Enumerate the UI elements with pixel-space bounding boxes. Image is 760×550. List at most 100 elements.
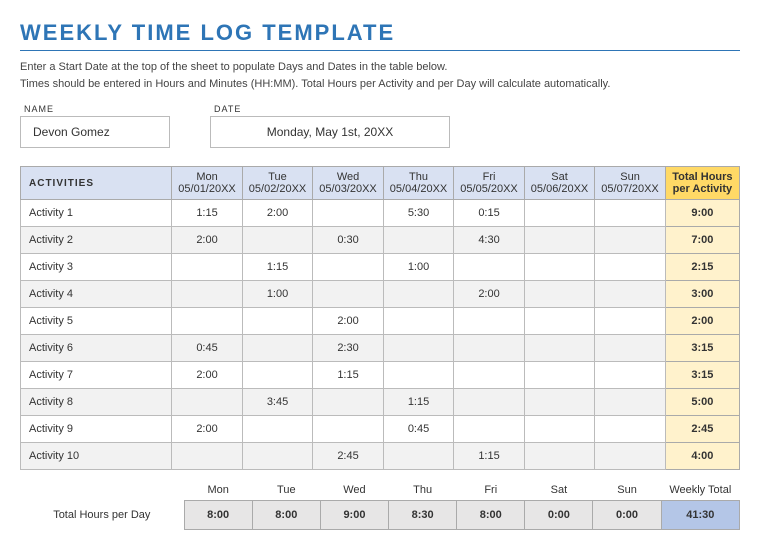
time-cell[interactable] <box>454 254 525 281</box>
time-cell[interactable] <box>524 389 595 416</box>
time-cell[interactable]: 1:00 <box>383 254 454 281</box>
time-cell[interactable] <box>454 308 525 335</box>
time-cell[interactable] <box>524 416 595 443</box>
time-cell[interactable] <box>454 416 525 443</box>
activity-cell[interactable]: Activity 1 <box>21 200 172 227</box>
time-cell[interactable] <box>242 335 313 362</box>
time-cell[interactable] <box>595 281 666 308</box>
time-cell[interactable] <box>454 362 525 389</box>
time-cell[interactable] <box>595 443 666 470</box>
footer-total-fri: 8:00 <box>457 501 525 530</box>
date-thu: 05/04/20XX <box>390 183 448 195</box>
time-cell[interactable] <box>454 389 525 416</box>
title-underline <box>20 50 740 51</box>
time-cell[interactable] <box>242 416 313 443</box>
time-cell[interactable]: 0:15 <box>454 200 525 227</box>
activity-cell[interactable]: Activity 3 <box>21 254 172 281</box>
time-cell[interactable]: 4:30 <box>454 227 525 254</box>
table-row: Activity 41:002:003:00 <box>21 281 740 308</box>
time-cell[interactable] <box>524 254 595 281</box>
time-cell[interactable] <box>524 362 595 389</box>
time-cell[interactable] <box>595 308 666 335</box>
time-cell[interactable]: 2:45 <box>313 443 384 470</box>
activities-header: ACTIVITIES <box>21 167 172 200</box>
time-cell[interactable] <box>524 227 595 254</box>
time-cell[interactable]: 0:30 <box>313 227 384 254</box>
time-cell[interactable]: 2:00 <box>172 416 243 443</box>
time-cell[interactable]: 2:00 <box>172 227 243 254</box>
row-total-cell: 2:15 <box>665 254 739 281</box>
time-cell[interactable]: 1:00 <box>242 281 313 308</box>
time-cell[interactable] <box>595 335 666 362</box>
time-cell[interactable] <box>313 254 384 281</box>
footer-day-sun: Sun <box>593 480 661 501</box>
time-cell[interactable] <box>383 443 454 470</box>
activity-cell[interactable]: Activity 6 <box>21 335 172 362</box>
activity-cell[interactable]: Activity 2 <box>21 227 172 254</box>
activity-cell[interactable]: Activity 5 <box>21 308 172 335</box>
time-cell[interactable] <box>242 308 313 335</box>
time-cell[interactable] <box>524 281 595 308</box>
time-cell[interactable]: 1:15 <box>242 254 313 281</box>
time-cell[interactable] <box>313 389 384 416</box>
time-cell[interactable] <box>383 227 454 254</box>
time-cell[interactable] <box>454 335 525 362</box>
time-cell[interactable]: 0:45 <box>383 416 454 443</box>
name-input[interactable]: Devon Gomez <box>20 116 170 148</box>
time-cell[interactable]: 2:00 <box>172 362 243 389</box>
time-cell[interactable]: 5:30 <box>383 200 454 227</box>
time-cell[interactable]: 1:15 <box>313 362 384 389</box>
row-total-cell: 3:15 <box>665 362 739 389</box>
row-total-cell: 7:00 <box>665 227 739 254</box>
time-cell[interactable] <box>172 281 243 308</box>
activity-cell[interactable]: Activity 9 <box>21 416 172 443</box>
time-cell[interactable] <box>524 308 595 335</box>
time-cell[interactable] <box>313 281 384 308</box>
footer-total-tue: 8:00 <box>252 501 320 530</box>
row-total-cell: 4:00 <box>665 443 739 470</box>
date-input[interactable]: Monday, May 1st, 20XX <box>210 116 450 148</box>
time-cell[interactable] <box>595 227 666 254</box>
time-cell[interactable] <box>383 335 454 362</box>
time-cell[interactable] <box>524 335 595 362</box>
time-cell[interactable] <box>524 200 595 227</box>
time-cell[interactable]: 1:15 <box>172 200 243 227</box>
dow-sat: Sat <box>531 171 589 183</box>
activity-cell[interactable]: Activity 8 <box>21 389 172 416</box>
time-cell[interactable] <box>313 416 384 443</box>
time-cell[interactable] <box>383 362 454 389</box>
time-cell[interactable] <box>172 254 243 281</box>
activity-cell[interactable]: Activity 10 <box>21 443 172 470</box>
time-cell[interactable]: 0:45 <box>172 335 243 362</box>
time-cell[interactable] <box>524 443 595 470</box>
time-cell[interactable]: 2:30 <box>313 335 384 362</box>
time-cell[interactable] <box>595 362 666 389</box>
activity-cell[interactable]: Activity 7 <box>21 362 172 389</box>
time-cell[interactable]: 1:15 <box>383 389 454 416</box>
dow-sun: Sun <box>601 171 659 183</box>
table-row: Activity 3 1:15 1:00 2:15 <box>21 254 740 281</box>
time-cell[interactable] <box>383 281 454 308</box>
time-cell[interactable]: 2:00 <box>313 308 384 335</box>
time-cell[interactable]: 2:00 <box>242 200 313 227</box>
time-cell[interactable]: 1:15 <box>454 443 525 470</box>
time-cell[interactable] <box>242 443 313 470</box>
time-cell[interactable] <box>595 254 666 281</box>
activity-cell[interactable]: Activity 4 <box>21 281 172 308</box>
time-cell[interactable] <box>242 227 313 254</box>
time-cell[interactable] <box>172 308 243 335</box>
table-row: Activity 11:152:005:300:159:00 <box>21 200 740 227</box>
time-cell[interactable] <box>313 200 384 227</box>
time-cell[interactable] <box>595 416 666 443</box>
footer-grand-total: 41:30 <box>661 501 739 530</box>
day-header-thu: Thu05/04/20XX <box>383 167 454 200</box>
time-cell[interactable]: 3:45 <box>242 389 313 416</box>
time-cell[interactable]: 2:00 <box>454 281 525 308</box>
date-wed: 05/03/20XX <box>319 183 377 195</box>
time-cell[interactable] <box>172 389 243 416</box>
time-cell[interactable] <box>595 389 666 416</box>
time-cell[interactable] <box>595 200 666 227</box>
time-cell[interactable] <box>242 362 313 389</box>
time-cell[interactable] <box>172 443 243 470</box>
time-cell[interactable] <box>383 308 454 335</box>
